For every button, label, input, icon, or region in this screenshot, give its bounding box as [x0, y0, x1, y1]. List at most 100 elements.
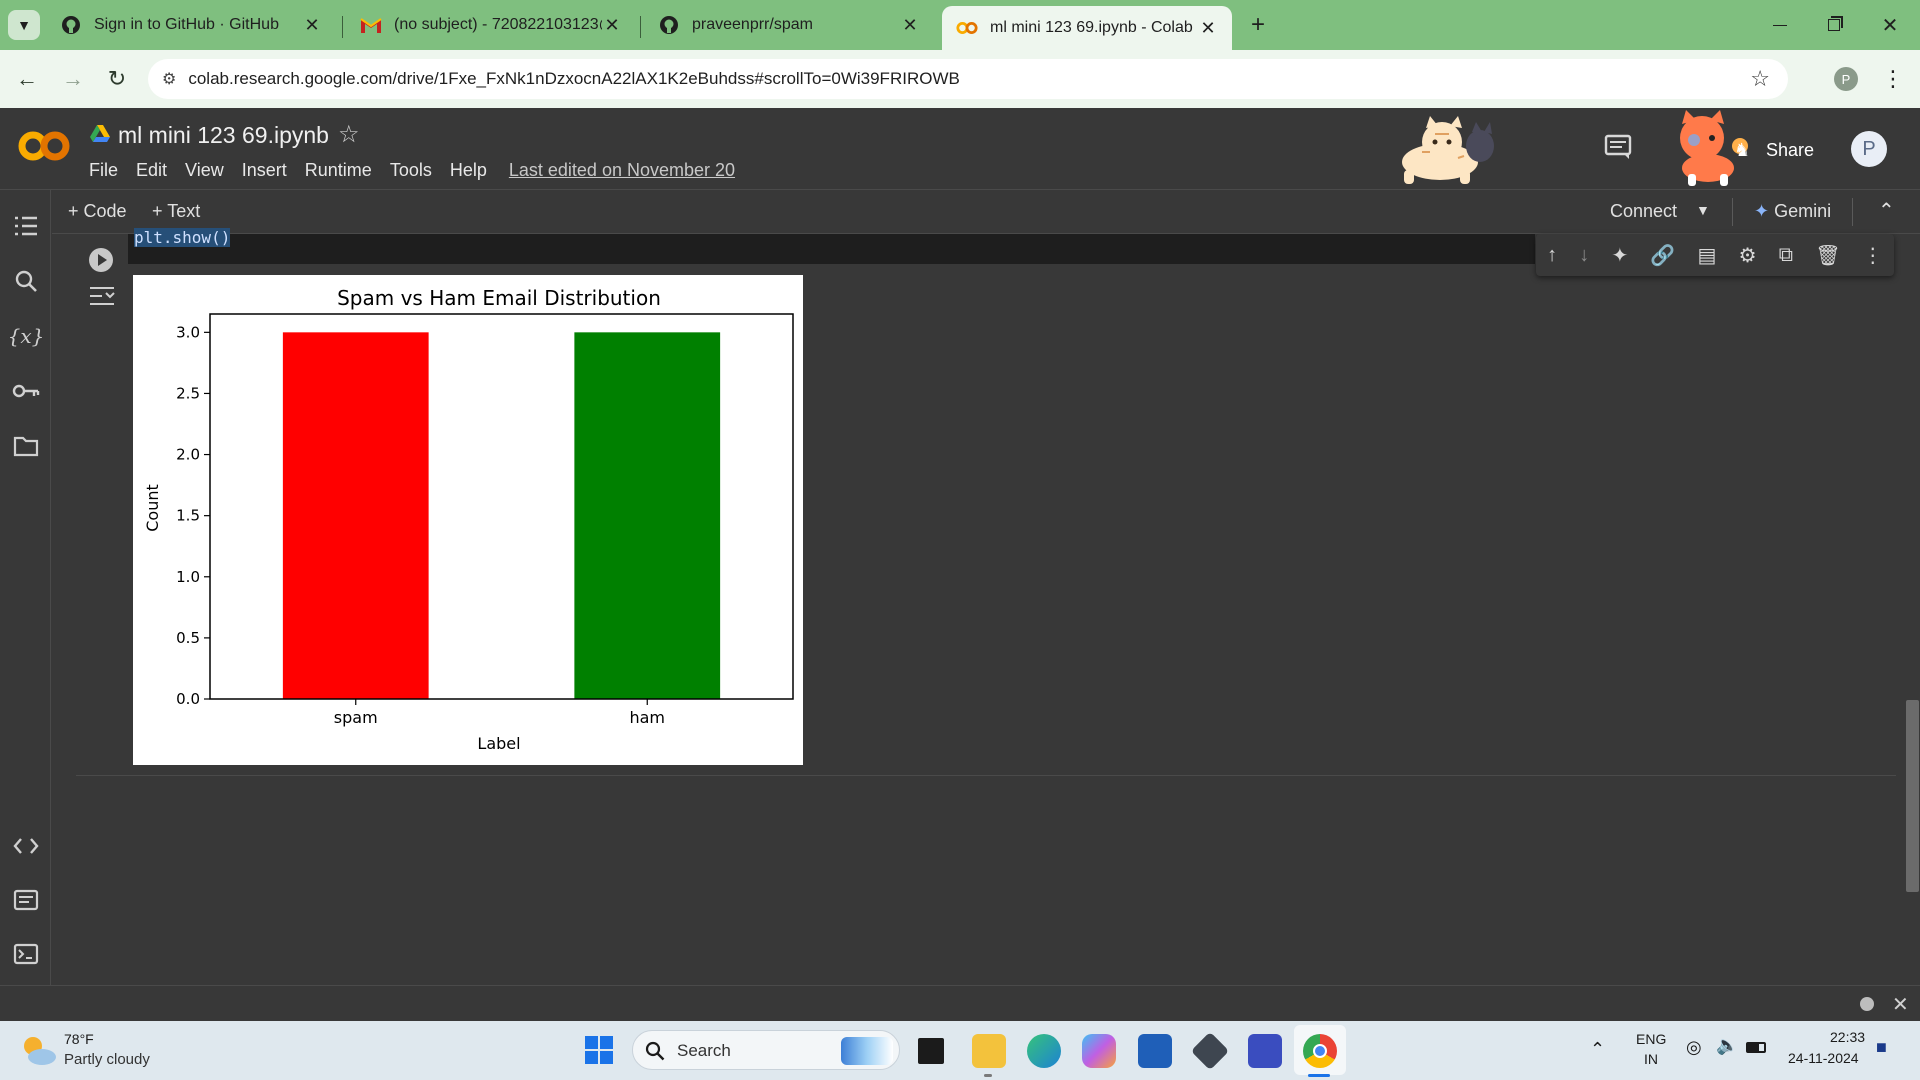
menu-runtime[interactable]: Runtime — [305, 160, 372, 181]
settings-gear-icon[interactable]: ⚙ — [1739, 243, 1757, 268]
search-label: Search — [677, 1041, 731, 1060]
more-vert-icon[interactable]: ⋮ — [1863, 243, 1883, 268]
search-icon[interactable] — [10, 265, 42, 297]
drive-icon — [90, 124, 110, 142]
site-settings-icon[interactable]: ⚙ — [162, 69, 176, 89]
weather-widget[interactable]: 78°F Partly cloudy — [18, 1029, 218, 1073]
gemini-button[interactable]: ✦ Gemini — [1754, 201, 1831, 222]
close-icon[interactable]: ✕ — [602, 15, 622, 36]
code-snippets-icon[interactable] — [10, 830, 42, 862]
delete-trash-icon[interactable]: 🗑 — [1815, 243, 1840, 268]
browser-menu-button[interactable]: ⋮ — [1882, 66, 1904, 92]
x-tick-label: spam — [334, 708, 378, 727]
chevron-up-icon[interactable]: ⌃ — [1590, 1039, 1605, 1060]
status-dot-icon — [1860, 997, 1874, 1011]
clock-date[interactable]: 24-11-2024 — [1788, 1050, 1859, 1066]
close-icon[interactable]: ✕ — [302, 15, 322, 36]
notification-bell-icon[interactable]: ■ — [1876, 1037, 1887, 1058]
browser-tab-active[interactable]: ml mini 123 69.ipynb - Colab ✕ — [942, 6, 1232, 50]
bookmark-star-icon[interactable]: ☆ — [1750, 66, 1770, 92]
share-button[interactable]: ♞ Share — [1668, 110, 1814, 190]
task-view-icon[interactable] — [918, 1038, 944, 1064]
mirror-cell-icon[interactable]: ⧉ — [1779, 244, 1793, 267]
scrollbar-thumb[interactable] — [1906, 700, 1919, 892]
comment-icon[interactable]: ▤ — [1698, 243, 1717, 268]
bar-ham — [574, 332, 721, 699]
user-avatar[interactable]: P — [1851, 131, 1887, 167]
close-icon[interactable]: ✕ — [1892, 992, 1909, 1017]
variables-icon[interactable]: {x} — [8, 320, 45, 352]
link-icon[interactable]: 🔗 — [1650, 243, 1675, 268]
restore-icon — [1828, 19, 1840, 31]
browser-tab[interactable]: praveenprr/spam ✕ — [644, 6, 934, 44]
new-tab-button[interactable]: + — [1245, 11, 1271, 38]
move-cell-down-icon[interactable]: ↓ — [1579, 244, 1589, 267]
microsoft-store-icon[interactable] — [1138, 1034, 1172, 1068]
browser-tab-bar: ▼ Sign in to GitHub · GitHub ✕ (no subje… — [0, 0, 1920, 50]
gemini-sparkle-icon[interactable]: ✦ — [1611, 243, 1628, 268]
add-code-button[interactable]: + Code — [68, 201, 127, 222]
language-line1[interactable]: ENG — [1636, 1031, 1666, 1047]
close-icon[interactable]: ✕ — [900, 15, 920, 36]
plus-icon: + — [1250, 11, 1265, 38]
browser-tab[interactable]: (no subject) - 720822103123@ ✕ — [346, 6, 636, 44]
secrets-key-icon[interactable] — [10, 375, 42, 407]
reload-button[interactable]: ↻ — [102, 64, 132, 94]
close-icon[interactable]: ✕ — [1198, 18, 1218, 39]
app-cube-icon[interactable] — [1190, 1031, 1230, 1071]
taskbar-search-box[interactable]: Search — [632, 1030, 900, 1070]
close-window-button[interactable]: ✕ — [1870, 10, 1910, 40]
connect-dropdown-icon[interactable]: ▼ — [1696, 202, 1710, 218]
windows-taskbar: 78°F Partly cloudy Search ⌃ ENG IN ◎ 🔈 2… — [0, 1021, 1920, 1080]
menu-tools[interactable]: Tools — [390, 160, 432, 181]
tab-title: (no subject) - 720822103123@ — [394, 16, 602, 33]
output-actions-icon[interactable] — [88, 284, 116, 308]
minimize-button[interactable] — [1760, 10, 1800, 40]
tab-search-button[interactable]: ▼ — [8, 10, 40, 40]
menu-insert[interactable]: Insert — [242, 160, 287, 181]
wifi-icon[interactable]: ◎ — [1686, 1037, 1702, 1058]
volume-icon[interactable]: 🔈 — [1716, 1035, 1738, 1056]
clock-time[interactable]: 22:33 — [1830, 1029, 1865, 1045]
github-icon — [658, 14, 680, 36]
back-button[interactable]: ← — [12, 64, 42, 94]
battery-icon[interactable] — [1746, 1042, 1766, 1053]
app-tile-icon[interactable] — [1248, 1034, 1282, 1068]
terminal-icon[interactable] — [10, 938, 42, 970]
edge-browser-icon[interactable] — [1027, 1034, 1061, 1068]
file-explorer-icon[interactable] — [972, 1034, 1006, 1068]
move-cell-up-icon[interactable]: ↑ — [1547, 244, 1557, 267]
gemini-sparkle-icon: ✦ — [1754, 201, 1770, 221]
language-line2[interactable]: IN — [1644, 1051, 1658, 1067]
forward-button[interactable]: → — [58, 64, 88, 94]
table-of-contents-icon[interactable] — [10, 210, 42, 242]
chart-title: Spam vs Ham Email Distribution — [337, 286, 661, 310]
copilot-icon[interactable] — [1082, 1034, 1116, 1068]
profile-initial: P — [1841, 71, 1851, 87]
menu-help[interactable]: Help — [450, 160, 487, 181]
url-omnibox[interactable]: ⚙ colab.research.google.com/drive/1Fxe_F… — [148, 59, 1788, 99]
menu-edit[interactable]: Edit — [136, 160, 167, 181]
notebook-title[interactable]: ml mini 123 69.ipynb — [118, 122, 329, 149]
add-text-button[interactable]: + Text — [152, 201, 200, 222]
colab-header: ml mini 123 69.ipynb ☆ File Edit View In… — [0, 108, 1920, 190]
connect-button[interactable]: Connect — [1610, 201, 1677, 222]
chevron-down-icon: ▼ — [17, 17, 31, 33]
command-palette-icon[interactable] — [10, 884, 42, 916]
run-cell-button[interactable] — [89, 248, 113, 272]
collapse-header-icon[interactable]: ⌃ — [1878, 198, 1895, 223]
colab-logo[interactable] — [16, 126, 72, 166]
browser-tab[interactable]: Sign in to GitHub · GitHub ✕ — [46, 6, 336, 44]
star-icon[interactable]: ☆ — [338, 120, 360, 149]
menu-file[interactable]: File — [89, 160, 118, 181]
start-button[interactable] — [584, 1035, 614, 1065]
menu-view[interactable]: View — [185, 160, 224, 181]
files-folder-icon[interactable] — [10, 430, 42, 462]
cat-mascot-image — [1380, 112, 1506, 188]
comments-icon[interactable] — [1604, 134, 1632, 162]
last-edited-link[interactable]: Last edited on November 20 — [509, 160, 735, 181]
restore-button[interactable] — [1814, 10, 1854, 40]
url-text: colab.research.google.com/drive/1Fxe_FxN… — [188, 69, 960, 88]
code-editor[interactable]: plt.show() — [128, 228, 1535, 264]
profile-avatar[interactable]: P — [1834, 67, 1858, 91]
